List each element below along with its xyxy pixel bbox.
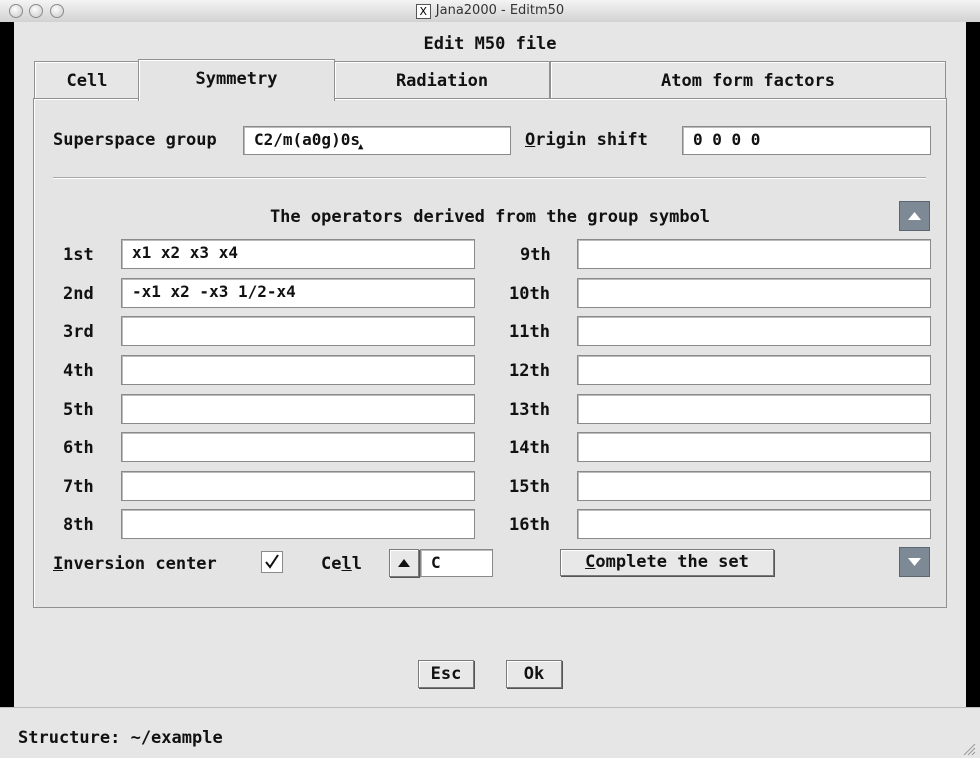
operator-field[interactable]: x1 x2 x3 x4 (121, 239, 475, 269)
checkmark-icon (265, 554, 279, 569)
operator-field[interactable] (121, 394, 475, 424)
operator-field[interactable] (577, 509, 931, 539)
scroll-up-button[interactable] (899, 201, 930, 231)
operator-value: x1 x2 x3 x4 (132, 243, 238, 262)
operator-row-label: 8th (63, 515, 94, 535)
origin-shift-mnemonic: O (525, 130, 536, 150)
operator-row-label: 10th (509, 284, 550, 304)
origin-shift-label-rest: rigin shift (535, 130, 648, 150)
operator-field[interactable] (121, 471, 475, 501)
resize-grip-icon[interactable] (962, 744, 976, 756)
operator-row-label: 5th (63, 400, 94, 420)
operator-field[interactable] (121, 316, 475, 346)
operator-field[interactable] (121, 355, 475, 385)
operator-row-label: 3rd (63, 322, 94, 342)
window-title-text: Jana2000 - Editm50 (435, 3, 565, 18)
title-bar: X Jana2000 - Editm50 (0, 0, 980, 23)
cell-label-part-c: l (351, 554, 362, 574)
operator-row-label: 12th (509, 361, 550, 381)
operator-row-label: 14th (509, 438, 550, 458)
cell-centering-value: C (431, 553, 441, 572)
tab-symmetry-label: Symmetry (195, 69, 278, 89)
complete-the-set-button[interactable]: Complete the set (560, 549, 774, 576)
inversion-center-checkbox[interactable] (261, 551, 283, 573)
operator-field[interactable] (121, 509, 475, 539)
cell-label: Cell (321, 554, 362, 574)
tab-cell[interactable]: Cell (34, 61, 140, 98)
operator-field[interactable] (577, 394, 931, 424)
dialog-heading: Edit M50 file (423, 34, 557, 54)
operator-field[interactable] (121, 432, 475, 462)
operator-field[interactable] (577, 432, 931, 462)
triangle-up-icon (398, 559, 410, 567)
tab-symmetry[interactable]: Symmetry (138, 59, 335, 101)
operator-field[interactable]: -x1 x2 -x3 1/2-x4 (121, 278, 475, 308)
cell-centering-input[interactable]: C (420, 549, 493, 577)
operator-field[interactable] (577, 355, 931, 385)
operator-field[interactable] (577, 278, 931, 308)
superspace-group-label: Superspace group (53, 130, 217, 150)
operator-row-label: 7th (63, 477, 94, 497)
operator-row-label: 2nd (63, 284, 94, 304)
text-cursor-icon: ▲ (357, 142, 364, 152)
ok-button[interactable]: Ok (506, 660, 562, 688)
operator-value: -x1 x2 -x3 1/2-x4 (132, 282, 296, 301)
scroll-down-button[interactable] (899, 547, 930, 577)
cell-label-part-a: Ce (321, 554, 342, 574)
superspace-group-value: C2/m(a0g)0s (254, 130, 360, 149)
operators-title: The operators derived from the group sym… (269, 207, 711, 227)
cell-label-mnemonic: l (341, 554, 352, 574)
operator-field[interactable] (577, 316, 931, 346)
left-border (0, 22, 14, 707)
esc-button[interactable]: Esc (418, 660, 474, 688)
origin-shift-label: Origin shift (525, 130, 648, 150)
operator-row-label: 13th (509, 400, 550, 420)
tab-atom-form-factors-label: Atom form factors (661, 71, 835, 91)
cell-dropdown-button[interactable] (389, 549, 419, 577)
x11-logo-icon: X (415, 4, 431, 19)
inversion-center-label: Inversion center (53, 554, 217, 574)
operator-row-label: 4th (63, 361, 94, 381)
status-bar: Structure: ~/example (0, 707, 980, 758)
operator-row-label: 9th (520, 245, 551, 265)
tab-atom-form-factors[interactable]: Atom form factors (550, 61, 946, 98)
complete-set-mnemonic: C (585, 552, 596, 572)
inversion-center-label-rest: nversion center (63, 554, 217, 574)
tab-radiation[interactable]: Radiation (334, 61, 550, 98)
operator-row-label: 16th (509, 515, 550, 535)
origin-shift-input[interactable]: 0 0 0 0 (682, 126, 931, 155)
complete-set-label-rest: omplete the set (595, 552, 749, 572)
symmetry-panel: Superspace group C2/m(a0g)0s▲ Origin shi… (33, 98, 947, 608)
operator-row-label: 11th (509, 322, 550, 342)
operator-field[interactable] (577, 239, 931, 269)
separator-line (53, 177, 926, 179)
tab-cell-label: Cell (66, 71, 108, 91)
tab-radiation-label: Radiation (395, 71, 489, 91)
arrow-down-icon (908, 558, 921, 566)
operator-field[interactable] (577, 471, 931, 501)
superspace-group-input[interactable]: C2/m(a0g)0s▲ (243, 126, 511, 155)
operator-row-label: 1st (63, 245, 94, 265)
origin-shift-value: 0 0 0 0 (693, 130, 761, 149)
inversion-center-mnemonic: I (53, 554, 64, 574)
right-border (966, 22, 980, 707)
operator-row-label: 6th (63, 438, 94, 458)
window-title: X Jana2000 - Editm50 (0, 3, 980, 19)
operator-row-label: 15th (509, 477, 550, 497)
arrow-up-icon (908, 212, 921, 220)
structure-path-text: Structure: ~/example (18, 728, 223, 748)
